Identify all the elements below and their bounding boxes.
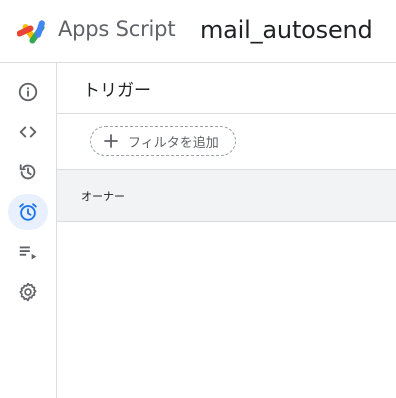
app-header: Apps Script mail_autosend	[0, 0, 396, 63]
triggers-page: トリガー フィルタを追加 オーナー	[57, 63, 396, 398]
page-title-bar: トリガー	[57, 63, 396, 114]
add-filter-label: フィルタを追加	[128, 135, 219, 151]
sidebar-item-editor[interactable]	[8, 114, 48, 150]
column-header-owner[interactable]: オーナー	[81, 188, 125, 204]
sidebar-item-executions[interactable]	[8, 154, 48, 190]
triggers-table-header: オーナー	[57, 169, 396, 222]
gear-icon	[19, 282, 37, 302]
sidebar-item-executions-list[interactable]	[8, 234, 48, 270]
sidebar-nav	[0, 63, 57, 398]
alarm-clock-icon	[19, 203, 37, 221]
apps-script-logo-icon[interactable]	[16, 17, 51, 45]
page-title: トリガー	[83, 81, 151, 101]
code-icon	[19, 126, 37, 138]
sidebar-item-triggers[interactable]	[8, 194, 48, 230]
plus-icon	[104, 134, 118, 148]
sidebar-item-overview[interactable]	[8, 74, 48, 110]
playlist-play-icon	[19, 246, 37, 260]
project-title[interactable]: mail_autosend	[200, 16, 373, 44]
sidebar-item-settings[interactable]	[8, 274, 48, 310]
history-icon	[19, 164, 36, 180]
info-icon	[18, 82, 38, 102]
add-filter-button[interactable]: フィルタを追加	[90, 126, 236, 156]
product-name[interactable]: Apps Script	[58, 17, 176, 41]
